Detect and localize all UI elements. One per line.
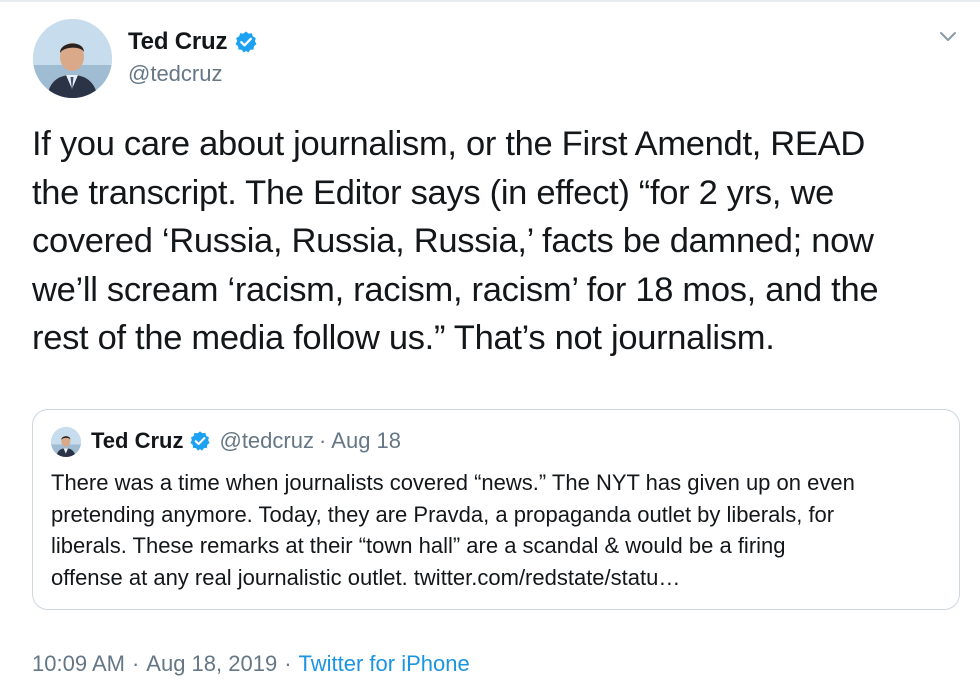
author-name-row: Ted Cruz	[128, 28, 258, 56]
tweet-text: If you care about journalism, or the Fir…	[32, 125, 879, 357]
tweet-card: Ted Cruz @tedcruz If you care about jour…	[0, 0, 980, 691]
avatar-image	[33, 19, 112, 98]
chevron-down-icon[interactable]	[938, 30, 958, 44]
divider	[0, 0, 980, 2]
author-handle[interactable]: @tedcruz	[128, 61, 222, 87]
separator: ·	[284, 651, 292, 676]
tweet-source-link[interactable]: Twitter for iPhone	[299, 651, 470, 677]
tweet-date[interactable]: Aug 18, 2019	[146, 651, 277, 677]
separator: ·	[318, 428, 327, 453]
quoted-handle: @tedcruz	[219, 428, 314, 453]
author-display-name[interactable]: Ted Cruz	[128, 28, 227, 56]
tweet-meta: 10:09 AM · Aug 18, 2019 · Twitter for iP…	[32, 651, 470, 677]
quoted-avatar	[51, 427, 81, 457]
tweet-time[interactable]: 10:09 AM	[32, 651, 125, 677]
quoted-text: There was a time when journalists covere…	[51, 470, 855, 590]
quoted-date: Aug 18	[331, 428, 402, 453]
separator: ·	[131, 651, 140, 676]
quoted-header: Ted Cruz @tedcruz · Aug 18	[91, 428, 401, 454]
quoted-avatar-image	[51, 427, 81, 457]
avatar[interactable]	[33, 19, 112, 98]
quoted-display-name: Ted Cruz	[91, 428, 184, 453]
quoted-tweet[interactable]: Ted Cruz @tedcruz · Aug 18 There was a t…	[32, 409, 960, 610]
verified-badge-icon	[234, 30, 258, 54]
verified-badge-icon	[189, 430, 211, 452]
